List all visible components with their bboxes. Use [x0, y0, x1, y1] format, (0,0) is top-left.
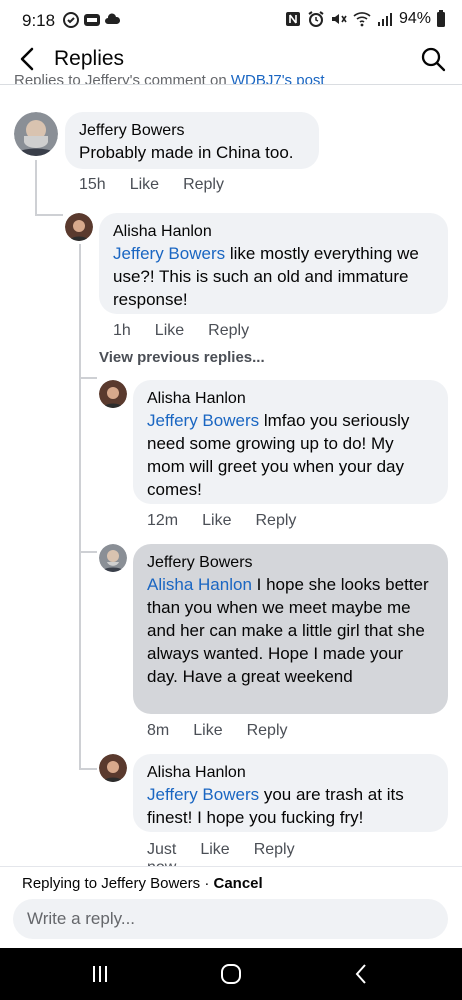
status-time: 9:18: [22, 11, 56, 30]
reply-button[interactable]: Reply: [183, 176, 224, 194]
avatar[interactable]: [99, 754, 127, 782]
avatar[interactable]: [14, 112, 58, 156]
comment-time: 1h: [113, 322, 131, 339]
cancel-reply-button[interactable]: Cancel: [214, 875, 263, 892]
reply-button[interactable]: Reply: [255, 512, 296, 530]
signal-icon: [377, 13, 392, 26]
thread-line: [79, 551, 97, 553]
status-left-icons: [62, 11, 122, 29]
status-bar: 9:18 94%: [0, 0, 462, 40]
sync-icon: [63, 12, 79, 28]
comment-text: Alisha Hanlon I hope she looks better th…: [147, 573, 434, 688]
back-arrow-icon[interactable]: [16, 46, 40, 72]
view-previous-replies[interactable]: View previous replies...: [99, 349, 265, 366]
comment-bubble[interactable]: Jeffery Bowers Alisha Hanlon I hope she …: [133, 544, 448, 714]
alarm-icon: [308, 11, 324, 27]
thread-line: [35, 160, 37, 216]
like-button[interactable]: Like: [202, 512, 231, 530]
comment-author[interactable]: Alisha Hanlon: [113, 221, 434, 242]
comment-time: 15h: [79, 176, 106, 193]
thread-line: [79, 244, 81, 770]
comment-author[interactable]: Jeffery Bowers: [147, 552, 434, 573]
comment-text: Jeffery Bowers like mostly everything we…: [113, 242, 434, 311]
comment-text: Jeffery Bowers lmfao you seriously need …: [147, 409, 434, 501]
ring-icon: [84, 14, 100, 26]
reply-context: Replies to Jeffery's comment on WDBJ7's …: [14, 72, 325, 84]
like-button[interactable]: Like: [130, 176, 159, 194]
replying-separator: ·: [200, 875, 214, 892]
comment-actions: 12m Like Reply: [147, 512, 320, 530]
comment-bubble[interactable]: Jeffery Bowers Probably made in China to…: [65, 112, 319, 169]
header-divider: [0, 84, 462, 85]
recent-apps-icon[interactable]: [88, 962, 112, 986]
battery-percent: 94%: [398, 10, 431, 27]
wifi-icon: [353, 12, 371, 27]
reply-composer: Replying to Jeffery Bowers · Cancel Writ…: [0, 866, 462, 948]
comment-actions: 8m Like Reply: [147, 722, 312, 740]
system-nav-bar: [0, 948, 462, 1000]
post-link[interactable]: WDBJ7's post: [231, 72, 325, 84]
thread-line: [79, 768, 97, 770]
comment-text: Jeffery Bowers you are trash at its fine…: [147, 783, 434, 829]
back-nav-icon[interactable]: [350, 962, 374, 986]
comment-author[interactable]: Jeffery Bowers: [79, 120, 305, 141]
comment-text: Probably made in China too.: [79, 141, 305, 164]
comment-time: 8m: [147, 722, 170, 739]
comment-author[interactable]: Alisha Hanlon: [147, 762, 434, 783]
home-icon[interactable]: [219, 962, 243, 986]
mention-link[interactable]: Alisha Hanlon: [147, 575, 252, 594]
comment-bubble[interactable]: Alisha Hanlon Jeffery Bowers you are tra…: [133, 754, 448, 832]
search-icon[interactable]: [420, 46, 446, 72]
replying-to-label: Replying to Jeffery Bowers · Cancel: [22, 875, 263, 892]
comment-bubble[interactable]: Alisha Hanlon Jeffery Bowers like mostly…: [99, 213, 448, 314]
comment-time: 12m: [147, 512, 179, 529]
comment-actions: 15h Like Reply: [79, 176, 248, 194]
comment-bubble[interactable]: Alisha Hanlon Jeffery Bowers lmfao you s…: [133, 380, 448, 504]
thread-line: [79, 377, 97, 379]
mention-link[interactable]: Jeffery Bowers: [147, 411, 259, 430]
status-right: 94%: [284, 10, 446, 28]
reply-button[interactable]: Reply: [247, 722, 288, 740]
reply-button[interactable]: Reply: [208, 322, 249, 340]
battery-icon: [437, 10, 445, 27]
comment-body: Probably made in China too.: [79, 143, 294, 162]
avatar[interactable]: [65, 213, 93, 241]
mention-link[interactable]: Jeffery Bowers: [113, 244, 225, 263]
like-button[interactable]: Like: [155, 322, 184, 340]
page-title: Replies: [54, 47, 125, 70]
nfc-icon: [285, 12, 300, 26]
mention-link[interactable]: Jeffery Bowers: [147, 785, 259, 804]
cloud-icon: [105, 13, 121, 24]
reply-input[interactable]: Write a reply...: [13, 899, 448, 939]
reply-context-prefix: Replies to Jeffery's comment on: [14, 72, 231, 84]
replying-prefix: Replying to: [22, 875, 102, 892]
avatar[interactable]: [99, 380, 127, 408]
comment-author[interactable]: Alisha Hanlon: [147, 388, 434, 409]
avatar[interactable]: [99, 544, 127, 572]
comment-actions: 1h Like Reply: [113, 322, 273, 340]
like-button[interactable]: Like: [193, 722, 222, 740]
replying-name: Jeffery Bowers: [101, 875, 201, 892]
thread-line: [35, 214, 63, 216]
mute-icon: [331, 14, 347, 24]
